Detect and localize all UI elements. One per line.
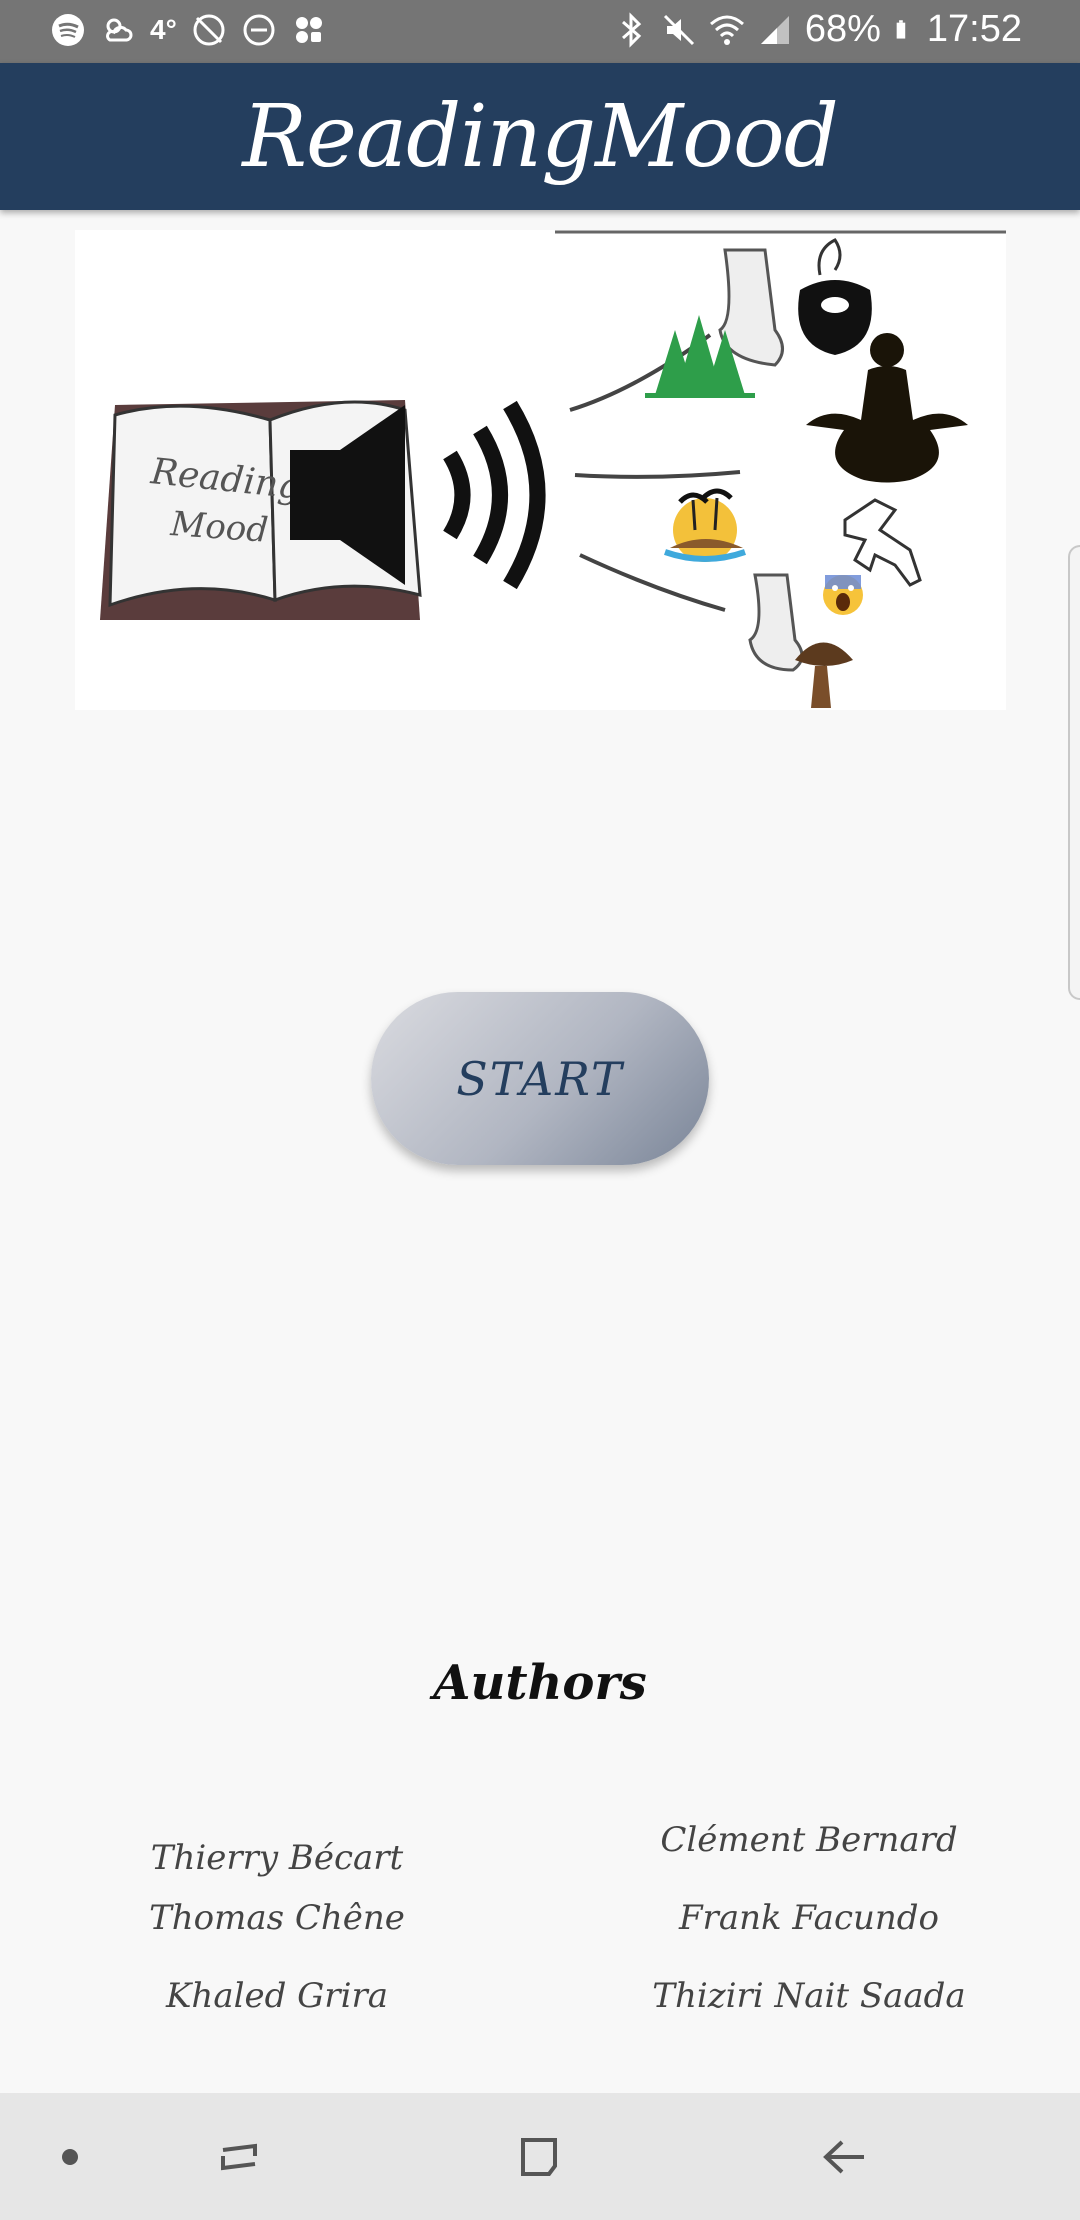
author-name: Frank Facundo bbox=[678, 1898, 940, 1938]
do-not-disturb-icon bbox=[243, 14, 275, 46]
back-button[interactable] bbox=[805, 2093, 885, 2220]
weather-icon bbox=[106, 18, 133, 42]
no-location-icon bbox=[193, 14, 225, 46]
nose-icon-2 bbox=[748, 573, 804, 672]
scared-emoji-icon bbox=[823, 575, 863, 615]
recent-apps-button[interactable] bbox=[200, 2093, 280, 2220]
mushroom-icon bbox=[795, 642, 853, 708]
temperature-text: 4° bbox=[150, 14, 177, 45]
start-button-label: START bbox=[456, 1051, 624, 1106]
banner-illustration: Reading Mood bbox=[75, 230, 1006, 710]
home-icon bbox=[521, 2137, 557, 2176]
start-button[interactable]: START bbox=[371, 992, 709, 1165]
status-left-icons: 4° bbox=[50, 12, 327, 48]
edge-panel-handle[interactable] bbox=[1068, 545, 1080, 1000]
crime-scene-outline-icon bbox=[843, 498, 922, 587]
meditation-icon bbox=[806, 333, 968, 483]
dot-icon bbox=[62, 2148, 78, 2165]
clock-time: 17:52 bbox=[926, 8, 1022, 50]
author-name: Thierry Bécart bbox=[150, 1838, 404, 1878]
spotify-icon bbox=[52, 14, 84, 46]
recent-apps-icon bbox=[221, 2143, 257, 2170]
author-name: Thomas Chêne bbox=[149, 1898, 405, 1938]
book-text-line2: Mood bbox=[168, 504, 269, 551]
status-bar: 4° 68% 17:52 bbox=[0, 0, 1080, 63]
apps-icon bbox=[295, 17, 322, 43]
battery-percent: 68% bbox=[804, 8, 881, 50]
island-icon bbox=[664, 488, 746, 562]
battery-icon bbox=[896, 19, 906, 39]
signal-icon bbox=[760, 15, 789, 44]
back-icon bbox=[823, 2140, 864, 2173]
mute-icon bbox=[663, 14, 694, 45]
author-name: Clément Bernard bbox=[660, 1820, 958, 1860]
author-name: Thiziri Nait Saada bbox=[652, 1976, 966, 2016]
author-name: Khaled Grira bbox=[166, 1976, 388, 2016]
app-bar: ReadingMood bbox=[0, 63, 1080, 210]
nav-dot-button[interactable] bbox=[40, 2093, 100, 2220]
status-right-icons: 68% 17:52 bbox=[613, 8, 1022, 51]
banner-svg: Reading Mood bbox=[100, 230, 1006, 708]
app-title: ReadingMood bbox=[242, 86, 839, 187]
wifi-icon bbox=[709, 15, 744, 45]
home-button[interactable] bbox=[500, 2093, 580, 2220]
authors-title: Authors bbox=[433, 1655, 647, 1711]
sound-waves-icon bbox=[443, 400, 546, 590]
cauldron-icon bbox=[798, 238, 872, 355]
navigation-bar bbox=[0, 2093, 1080, 2220]
bluetooth-icon bbox=[621, 11, 642, 48]
